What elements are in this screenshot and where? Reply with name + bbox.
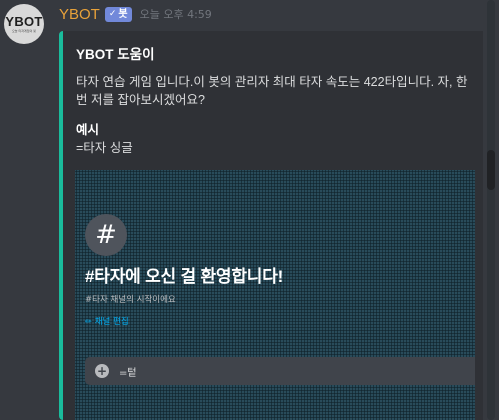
plus-icon: + (95, 364, 109, 378)
embed-field-value: =타자 싱글 (76, 141, 133, 155)
embed-description: 타자 연습 게임 입니다.이 봇의 관리자 최대 타자 속도는 422타입니다.… (76, 75, 468, 107)
message-header: YBOT ✓ 봇 오늘 오후 4:59 (59, 4, 212, 24)
avatar-subtext: 오늘 타자게임의 봇 (12, 29, 36, 33)
scrollbar-track[interactable] (487, 0, 495, 420)
embed-title: YBOT 도움이 (76, 47, 155, 62)
avatar-logo: YBOT (5, 14, 43, 29)
bot-tag-label: 봇 (118, 8, 128, 20)
composer-text: =텉 (119, 367, 137, 379)
embed-image[interactable]: # #타자에 오신 걸 환영합니다! #타자 채널의 시작이에요 ✏ 채널 편집… (75, 170, 475, 420)
verified-check-icon: ✓ (108, 8, 117, 19)
scrollbar-thumb[interactable] (487, 150, 495, 190)
message-composer: + =텉 (85, 357, 475, 385)
channel-hash-icon: # (85, 214, 127, 256)
bot-avatar[interactable]: YBOT 오늘 타자게임의 봇 (4, 4, 44, 44)
edit-channel-link: ✏ 채널 편집 (85, 315, 129, 328)
welcome-subtitle: #타자 채널의 시작이에요 (85, 295, 176, 305)
welcome-title: #타자에 오신 걸 환영합니다! (85, 267, 284, 286)
embed-field-name: 예시 (76, 123, 100, 137)
message-timestamp: 오늘 오후 4:59 (139, 8, 212, 21)
edit-channel-label: 채널 편집 (94, 317, 129, 327)
bot-tag: ✓ 봇 (104, 6, 132, 22)
pencil-icon: ✏ (85, 316, 92, 326)
embed-card: YBOT 도움이 타자 연습 게임 입니다.이 봇의 관리자 최대 타자 속도는… (59, 31, 483, 420)
username[interactable]: YBOT (59, 6, 100, 23)
